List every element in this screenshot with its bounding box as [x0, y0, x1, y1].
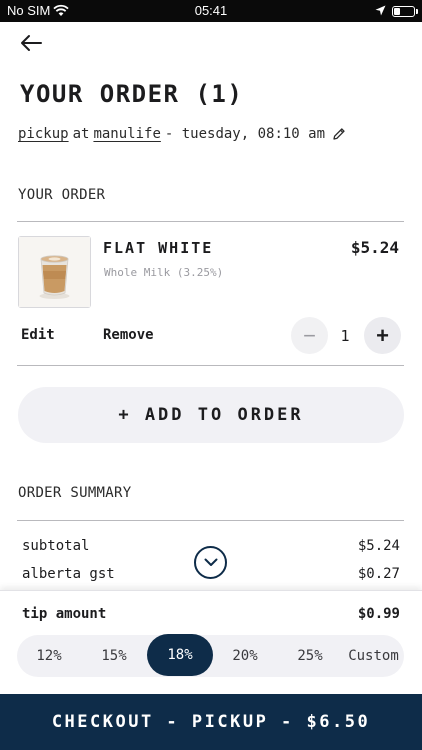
coffee-cup-image	[18, 236, 91, 308]
tip-panel: tip amount $0.99 12% 15% 18% 20% 25% Cus…	[0, 590, 422, 694]
item-modifier: Whole Milk (3.25%)	[104, 266, 224, 279]
back-arrow-icon[interactable]	[19, 32, 43, 54]
tip-option-18-selected[interactable]: 18%	[147, 634, 213, 676]
add-to-order-button[interactable]: + ADD TO ORDER	[18, 387, 404, 443]
minus-icon: −	[303, 322, 316, 348]
location-link[interactable]: manulife	[93, 126, 160, 142]
tip-selector: 12% 15% 18% 20% 25% Custom	[17, 634, 404, 677]
plus-icon: +	[376, 322, 389, 348]
tip-option-12[interactable]: 12%	[17, 635, 81, 677]
clock: 05:41	[194, 3, 228, 18]
battery-icon	[392, 6, 415, 17]
decrease-quantity-button[interactable]: −	[291, 317, 328, 354]
tip-option-25[interactable]: 25%	[278, 635, 342, 677]
checkout-button[interactable]: CHECKOUT - PICKUP - $6.50	[0, 694, 422, 750]
summary-value: $0.27	[357, 566, 400, 582]
remove-button[interactable]: Remove	[103, 327, 154, 343]
order-summary-heading: ORDER SUMMARY	[18, 485, 132, 501]
edit-button[interactable]: Edit	[21, 327, 55, 343]
pickup-mode-link[interactable]: pickup	[18, 126, 69, 142]
location-arrow-icon	[375, 4, 386, 19]
item-name: FLAT WHITE	[103, 239, 214, 257]
order-info-line: pickup at manulife - tuesday, 08:10 am	[18, 126, 346, 142]
increase-quantity-button[interactable]: +	[364, 317, 401, 354]
summary-value: $5.24	[357, 538, 400, 554]
divider	[17, 520, 404, 521]
pickup-time[interactable]: - tuesday, 08:10 am	[165, 126, 325, 142]
status-bar: No SIM 05:41	[0, 0, 422, 22]
item-price: $5.24	[350, 238, 399, 257]
summary-label: alberta gst	[22, 566, 115, 582]
tip-option-custom[interactable]: Custom	[343, 635, 404, 677]
at-text: at	[72, 126, 90, 142]
tip-option-20[interactable]: 20%	[213, 635, 277, 677]
chevron-down-icon[interactable]	[194, 546, 227, 579]
divider	[17, 221, 404, 222]
your-order-heading: YOUR ORDER	[18, 187, 106, 203]
pencil-icon[interactable]	[332, 127, 346, 141]
tip-value: $0.99	[357, 606, 400, 622]
tip-label: tip amount	[22, 606, 107, 622]
tip-amount-row: tip amount $0.99	[22, 606, 400, 622]
page-title: YOUR ORDER (1)	[20, 80, 244, 108]
battery-tip	[416, 9, 418, 14]
tip-option-15[interactable]: 15%	[82, 635, 146, 677]
quantity-value: 1	[340, 327, 350, 345]
summary-label: subtotal	[22, 538, 90, 554]
divider	[17, 365, 404, 366]
